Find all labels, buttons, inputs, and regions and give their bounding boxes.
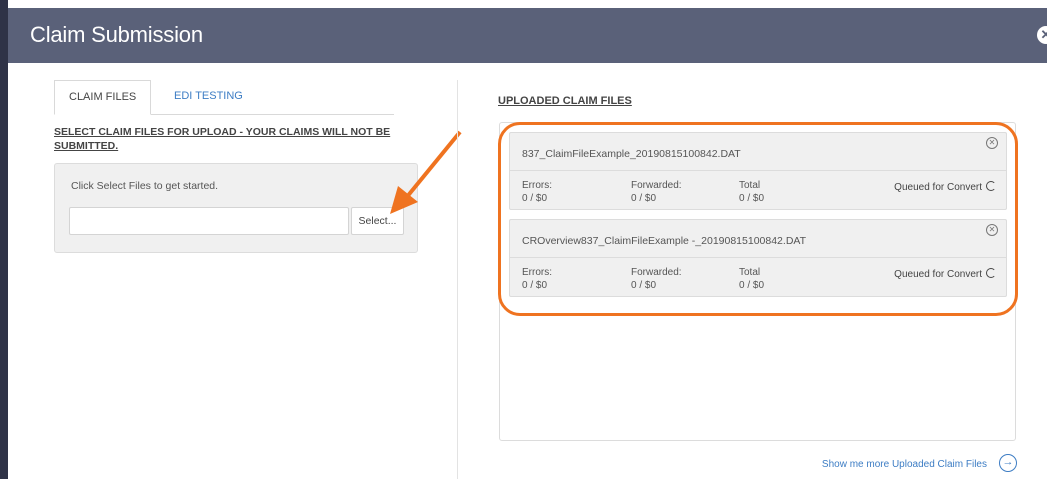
orange-highlight-annotation bbox=[498, 122, 1018, 316]
close-icon[interactable]: ✕ bbox=[1037, 26, 1047, 44]
page-edge bbox=[0, 0, 8, 479]
modal-title: Claim Submission bbox=[30, 22, 203, 47]
arrow-right-circle-icon[interactable]: → bbox=[999, 454, 1017, 472]
tab-edi-testing[interactable]: EDI TESTING bbox=[160, 80, 257, 113]
upload-notice: SELECT CLAIM FILES FOR UPLOAD - YOUR CLA… bbox=[54, 126, 391, 152]
upload-hint: Click Select Files to get started. bbox=[71, 180, 219, 192]
panel-divider bbox=[457, 80, 458, 479]
tab-bar: CLAIM FILES EDI TESTING bbox=[54, 80, 394, 115]
tab-claim-files[interactable]: CLAIM FILES bbox=[54, 80, 152, 115]
file-path-input[interactable] bbox=[69, 207, 349, 235]
claim-submission-modal: Claim Submission ✕ CLAIM FILES EDI TESTI… bbox=[8, 0, 1047, 479]
upload-panel: Click Select Files to get started. Selec… bbox=[54, 163, 418, 253]
show-more-files-link[interactable]: Show me more Uploaded Claim Files bbox=[822, 459, 987, 470]
modal-header: Claim Submission ✕ bbox=[8, 8, 1047, 63]
uploaded-files-title: UPLOADED CLAIM FILES bbox=[498, 95, 632, 107]
